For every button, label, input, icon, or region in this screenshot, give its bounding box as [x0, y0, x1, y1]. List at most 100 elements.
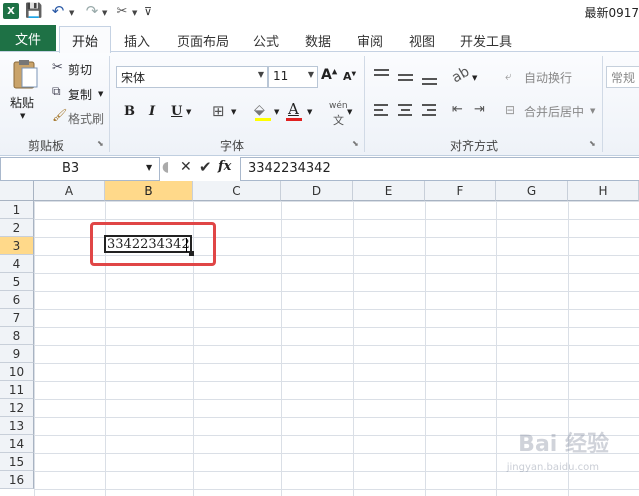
row-header-4[interactable]: 4 — [0, 255, 34, 273]
excel-logo-icon[interactable]: X — [3, 3, 19, 19]
format-painter-button[interactable]: 格式刷 — [68, 110, 104, 127]
paste-icon[interactable] — [10, 58, 40, 90]
tab-file[interactable]: 文件 — [0, 25, 56, 51]
font-color-icon[interactable]: A — [288, 100, 299, 118]
undo-icon[interactable]: ↶ — [50, 2, 66, 20]
row-header-6[interactable]: 6 — [0, 291, 34, 309]
increase-indent-icon[interactable]: ⇥ — [474, 102, 485, 117]
tools-icon[interactable]: ✂ — [114, 3, 130, 19]
wrap-text-icon[interactable]: ⤶ — [505, 69, 512, 84]
name-box-dropdown-icon[interactable]: ▼ — [146, 163, 152, 172]
tab-review[interactable]: 审阅 — [357, 31, 383, 50]
tab-developer[interactable]: 开发工具 — [460, 31, 512, 50]
watermark-url: jingyan.baidu.com — [506, 462, 599, 473]
copy-icon[interactable]: ⧉ — [52, 84, 61, 99]
save-icon[interactable]: 💾 — [25, 3, 42, 19]
row-header-2[interactable]: 2 — [0, 219, 34, 237]
customize-qat-icon[interactable]: ⊽ — [140, 3, 156, 19]
shrink-font-icon[interactable]: A▼ — [343, 70, 356, 83]
merge-center-icon[interactable]: ⊟ — [505, 103, 515, 117]
phonetic-icon[interactable]: wén — [329, 101, 348, 111]
row-header-11[interactable]: 11 — [0, 381, 34, 399]
row-header-15[interactable]: 15 — [0, 453, 34, 471]
row-header-10[interactable]: 10 — [0, 363, 34, 381]
row-header-8[interactable]: 8 — [0, 327, 34, 345]
row-header-14[interactable]: 14 — [0, 435, 34, 453]
row-header-7[interactable]: 7 — [0, 309, 34, 327]
row-header-12[interactable]: 12 — [0, 399, 34, 417]
phonetic-dropdown-icon[interactable]: ▼ — [347, 108, 352, 116]
row-header-5[interactable]: 5 — [0, 273, 34, 291]
tab-data[interactable]: 数据 — [305, 31, 331, 50]
undo-dropdown-icon[interactable]: ▼ — [69, 9, 74, 17]
underline-button[interactable]: U — [171, 104, 182, 119]
format-painter-icon[interactable]: 🖌 — [52, 108, 67, 122]
wrap-text-button[interactable]: 自动换行 — [524, 69, 572, 86]
group-divider — [602, 56, 603, 152]
number-format-select[interactable]: 常规 — [606, 66, 639, 88]
column-header-d[interactable]: D — [281, 181, 353, 201]
underline-dropdown-icon[interactable]: ▼ — [186, 108, 191, 116]
tab-home[interactable]: 开始 — [59, 26, 111, 53]
column-gridline — [425, 201, 426, 496]
select-all-corner[interactable] — [0, 181, 34, 201]
phonetic-glyph-icon: 文 — [333, 114, 344, 127]
alignment-launcher-icon[interactable]: ⬊ — [589, 139, 596, 148]
cut-icon[interactable]: ✂ — [52, 60, 63, 75]
name-box[interactable] — [0, 157, 160, 181]
font-launcher-icon[interactable]: ⬊ — [352, 139, 359, 148]
column-header-b[interactable]: B — [105, 181, 193, 201]
font-size-select[interactable]: 11 ▼ — [268, 66, 318, 88]
copy-dropdown-icon[interactable]: ▼ — [98, 90, 103, 98]
row-header-13[interactable]: 13 — [0, 417, 34, 435]
align-top-icon[interactable] — [374, 68, 390, 82]
tab-page-layout[interactable]: 页面布局 — [177, 31, 229, 50]
paste-button[interactable]: 粘贴 — [10, 94, 34, 111]
align-bottom-icon[interactable] — [422, 72, 438, 86]
bold-button[interactable]: B — [124, 104, 135, 119]
enter-entry-icon[interactable]: ✔ — [199, 158, 212, 176]
italic-button[interactable]: I — [149, 104, 155, 119]
font-name-select[interactable]: 宋体 ▼ — [116, 66, 268, 88]
redo-dropdown-icon[interactable]: ▼ — [102, 9, 107, 17]
cut-button[interactable]: 剪切 — [68, 61, 92, 78]
orientation-dropdown-icon[interactable]: ▼ — [472, 74, 477, 82]
tab-formulas[interactable]: 公式 — [253, 31, 279, 50]
row-header-16[interactable]: 16 — [0, 471, 34, 489]
font-color-dropdown-icon[interactable]: ▼ — [307, 108, 312, 116]
font-group-label: 字体 — [220, 139, 245, 153]
tools-dropdown-icon[interactable]: ▼ — [132, 9, 137, 17]
merge-center-button[interactable]: 合并后居中 — [524, 103, 584, 120]
column-header-a[interactable]: A — [34, 181, 105, 201]
row-header-3[interactable]: 3 — [0, 237, 34, 255]
column-header-c[interactable]: C — [193, 181, 281, 201]
align-middle-icon[interactable] — [398, 70, 414, 84]
borders-dropdown-icon[interactable]: ▼ — [231, 108, 236, 116]
paste-dropdown-icon[interactable]: ▼ — [20, 112, 25, 120]
tab-view[interactable]: 视图 — [409, 31, 435, 50]
insert-function-icon[interactable]: fx — [218, 159, 231, 174]
column-header-f[interactable]: F — [425, 181, 496, 201]
align-center-icon[interactable] — [398, 104, 414, 118]
clipboard-launcher-icon[interactable]: ⬊ — [97, 139, 104, 148]
font-name-value: 宋体 — [121, 71, 146, 85]
grow-font-icon[interactable]: A▲ — [321, 67, 337, 83]
redo-icon[interactable]: ↷ — [84, 2, 100, 20]
cancel-entry-icon[interactable]: ✕ — [180, 159, 192, 175]
fill-color-dropdown-icon[interactable]: ▼ — [274, 108, 279, 116]
column-header-h[interactable]: H — [568, 181, 639, 201]
merge-dropdown-icon[interactable]: ▼ — [590, 107, 595, 115]
tab-insert[interactable]: 插入 — [124, 31, 150, 50]
row-header-9[interactable]: 9 — [0, 345, 34, 363]
row-header-1[interactable]: 1 — [0, 201, 34, 219]
copy-button[interactable]: 复制 — [68, 86, 92, 103]
align-right-icon[interactable] — [422, 104, 438, 118]
fill-color-icon[interactable]: ⬙ — [254, 102, 265, 118]
column-header-g[interactable]: G — [496, 181, 568, 201]
align-left-icon[interactable] — [374, 104, 390, 118]
font-size-value: 11 — [273, 69, 289, 83]
decrease-indent-icon[interactable]: ⇤ — [452, 102, 463, 117]
column-header-e[interactable]: E — [353, 181, 425, 201]
borders-icon[interactable]: ⊞ — [212, 102, 225, 120]
fill-color-bar — [255, 118, 271, 121]
